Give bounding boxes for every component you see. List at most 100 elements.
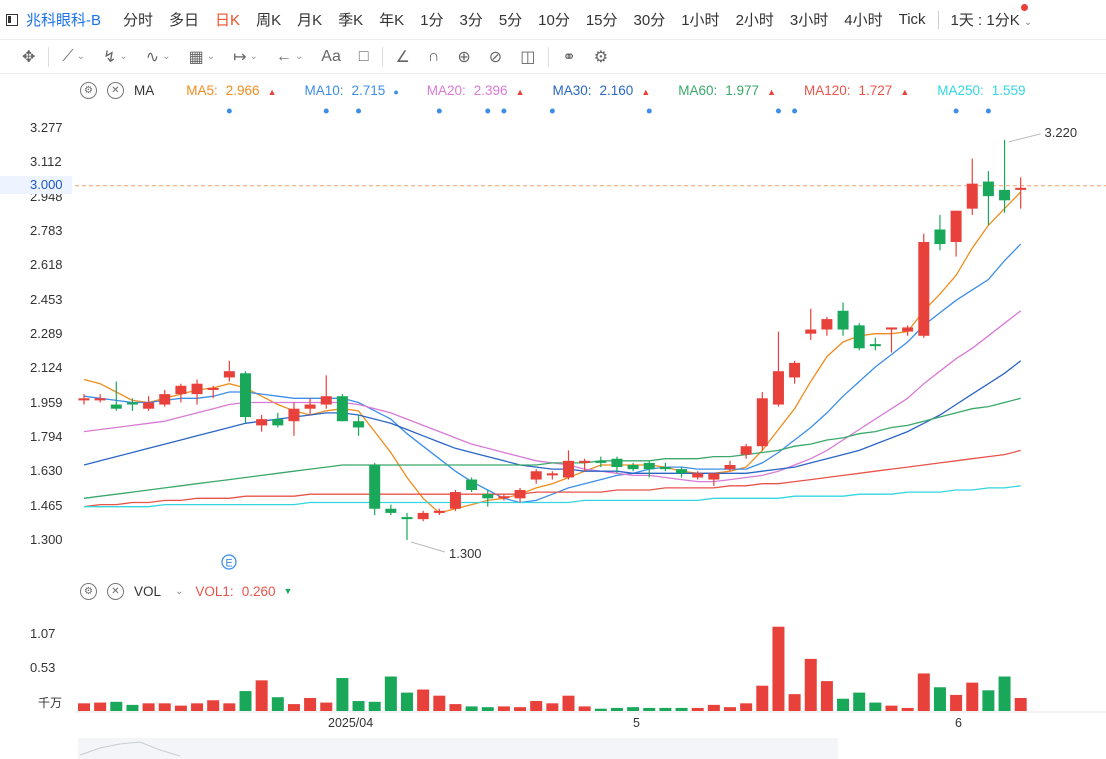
candle-down xyxy=(999,189,1011,201)
ma30-line xyxy=(83,360,1022,474)
low-price-label: 1.300 xyxy=(449,546,482,561)
volume-bar xyxy=(174,705,187,711)
volume-bar xyxy=(1014,697,1027,711)
volume-bar xyxy=(384,676,397,711)
volume-bar xyxy=(707,704,720,711)
signal-dot xyxy=(501,108,507,114)
candle-up xyxy=(579,460,591,463)
event-marker-label: E xyxy=(225,558,232,570)
volume-bar xyxy=(691,707,704,711)
signal-dot xyxy=(436,108,442,114)
candle-down xyxy=(401,517,413,520)
candle-down xyxy=(934,229,946,245)
kline-chart[interactable]: 3.220 1.300 E xyxy=(0,0,1106,759)
candle-up xyxy=(918,241,930,336)
low-leader-line xyxy=(410,541,446,553)
candle-up xyxy=(563,460,574,478)
volume-bar xyxy=(950,694,963,711)
candle-up xyxy=(724,464,736,470)
volume-bar xyxy=(320,702,333,711)
volume-bar xyxy=(982,690,995,711)
volume-bar xyxy=(142,703,155,711)
volume-bar xyxy=(158,703,171,711)
signal-dot xyxy=(953,108,959,114)
volume-bar xyxy=(788,694,801,711)
candle-up xyxy=(1015,187,1027,190)
volume-bar xyxy=(239,691,252,711)
volume-bar xyxy=(901,707,914,711)
ma5-line xyxy=(83,191,1022,514)
candle-up xyxy=(433,510,445,513)
volume-bar xyxy=(869,702,882,711)
volume-bar xyxy=(191,703,204,711)
candle-up xyxy=(950,210,962,242)
volume-bar xyxy=(287,704,300,711)
volume-bar xyxy=(804,658,817,711)
volume-bar xyxy=(417,689,430,711)
volume-bar xyxy=(594,708,607,711)
candle-down xyxy=(369,464,381,509)
candle-up xyxy=(789,362,801,378)
candle-up xyxy=(78,398,90,401)
volume-bar xyxy=(562,695,575,711)
candle-up xyxy=(223,371,235,378)
navigator-strip xyxy=(78,738,838,759)
volume-bar xyxy=(546,703,559,711)
volume-bar xyxy=(514,707,527,711)
volume-bar xyxy=(659,707,672,711)
candle-down xyxy=(385,508,397,513)
signal-dot xyxy=(226,108,232,114)
volume-bar xyxy=(933,687,946,711)
candle-down xyxy=(853,325,865,349)
candle-down xyxy=(627,464,639,470)
high-leader-line xyxy=(1008,133,1041,143)
candle-up xyxy=(886,327,897,330)
candle-up xyxy=(449,492,461,509)
volume-bar xyxy=(110,701,123,711)
volume-bar xyxy=(917,673,930,711)
candle-down xyxy=(982,181,994,197)
ma250-line xyxy=(84,485,1021,508)
candle-up xyxy=(805,329,817,334)
candle-up xyxy=(207,387,219,390)
volume-bar xyxy=(449,704,462,711)
volume-bar xyxy=(497,706,510,711)
volume-bar xyxy=(643,707,656,711)
volume-bar xyxy=(352,701,365,711)
signal-dot xyxy=(985,108,991,114)
volume-bar xyxy=(740,703,753,711)
candle-down xyxy=(643,462,655,470)
candle-down xyxy=(240,373,251,418)
candle-up xyxy=(498,496,510,499)
candle-up xyxy=(756,398,768,447)
volume-bar xyxy=(401,692,413,711)
candle-down xyxy=(611,458,623,468)
signal-dot xyxy=(323,108,329,114)
candle-down xyxy=(336,396,348,422)
candle-down xyxy=(272,419,284,426)
candle-down xyxy=(676,469,688,474)
candle-up xyxy=(772,371,784,405)
candle-up xyxy=(320,396,332,405)
volume-bar xyxy=(304,697,317,711)
candle-up xyxy=(821,319,833,330)
candle-down xyxy=(466,479,478,490)
candle-up xyxy=(546,473,558,476)
signal-dot xyxy=(646,108,652,114)
volume-bar xyxy=(94,702,107,711)
candle-down xyxy=(659,467,671,470)
volume-bar xyxy=(207,700,220,711)
candle-down xyxy=(869,344,881,347)
candle-down xyxy=(482,494,494,499)
volume-bar xyxy=(433,695,446,711)
candle-up xyxy=(159,394,171,405)
signal-dot xyxy=(792,108,798,114)
candle-up xyxy=(256,419,268,426)
volume-bar xyxy=(530,701,543,711)
volume-bar xyxy=(675,707,688,711)
ma20-line xyxy=(83,310,1022,483)
candle-up xyxy=(514,489,526,499)
candle-down xyxy=(595,460,607,463)
volume-bar xyxy=(756,685,769,711)
volume-bar xyxy=(481,707,494,711)
